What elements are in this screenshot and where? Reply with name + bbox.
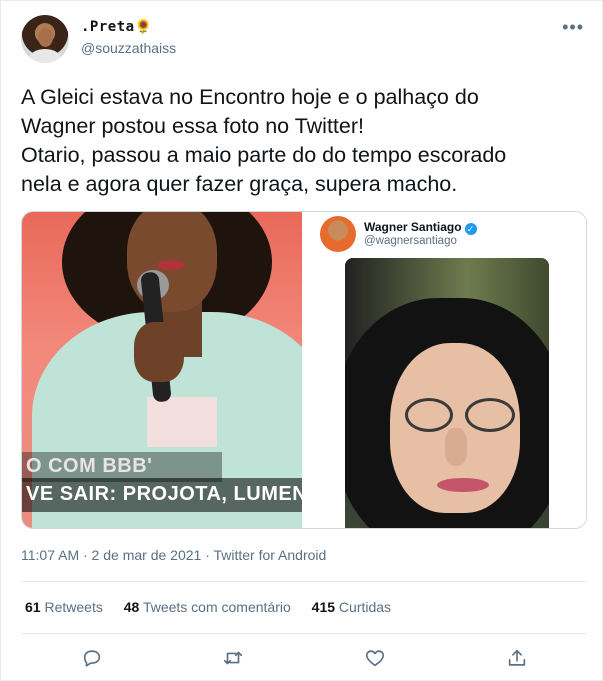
display-name-text: .Preta <box>81 19 135 35</box>
reply-button[interactable] <box>78 644 106 672</box>
sunflower-emoji: 🌻 <box>134 19 153 35</box>
tweet-line: Wagner postou essa foto no Twitter! <box>21 114 364 138</box>
embedded-display-name: Wagner Santiago ✓ <box>364 220 477 235</box>
tweet-line: nela e agora quer fazer graça, supera ma… <box>21 172 458 196</box>
tv-caption-bottom: VE SAIR: PROJOTA, LUMENA ( <box>26 483 302 505</box>
retweet-icon <box>223 651 243 665</box>
photo-nose <box>445 428 467 466</box>
glasses-lens-right <box>465 398 515 432</box>
embedded-handle: @wagnersantiago <box>364 235 457 247</box>
photo-lips <box>157 260 185 270</box>
tweet-timestamp[interactable]: 11:07 AM · 2 de mar de 2021 · Twitter fo… <box>21 547 326 563</box>
tweet-actions <box>1 644 603 672</box>
embedded-avatar <box>320 216 356 252</box>
embedded-photo <box>345 258 549 528</box>
retweets-count: 61 <box>25 599 41 615</box>
user-handle[interactable]: @souzzathaiss <box>81 40 176 56</box>
media-photo-left[interactable]: O COM BBB' VE SAIR: PROJOTA, LUMENA ( <box>22 212 302 528</box>
retweet-button[interactable] <box>219 644 247 672</box>
quotes-label: Tweets com comentário <box>142 599 291 615</box>
user-avatar[interactable] <box>21 15 69 63</box>
share-icon <box>508 649 526 666</box>
photo-lips <box>437 478 489 492</box>
tweet-text: A Gleici estava no Encontro hoje e o pal… <box>21 83 581 199</box>
retweets-label: Retweets <box>44 599 103 615</box>
embedded-name-text: Wagner Santiago <box>364 220 462 234</box>
tweet-line: A Gleici estava no Encontro hoje e o pal… <box>21 85 479 109</box>
quotes-stat[interactable]: 48 Tweets com comentário <box>124 599 291 615</box>
tv-caption-top: O COM BBB' <box>26 455 153 477</box>
divider <box>21 581 587 582</box>
reply-icon <box>83 650 101 667</box>
media-screenshot-right[interactable]: Wagner Santiago ✓ @wagnersantiago <box>302 212 586 528</box>
likes-stat[interactable]: 415 Curtidas <box>312 599 391 615</box>
glasses-lens-left <box>405 398 453 432</box>
photo-top <box>147 397 217 447</box>
avatar-body <box>29 49 61 63</box>
likes-label: Curtidas <box>338 599 392 615</box>
like-button[interactable] <box>361 644 389 672</box>
tweet-line: Otario, passou a maio parte do do tempo … <box>21 143 507 167</box>
likes-count: 415 <box>311 599 336 615</box>
tweet-media[interactable]: O COM BBB' VE SAIR: PROJOTA, LUMENA ( Wa… <box>21 211 587 529</box>
avatar-face <box>38 28 53 47</box>
share-button[interactable] <box>503 644 531 672</box>
photo-hand <box>134 322 184 382</box>
tweet-card: .Preta🌻 @souzzathaiss ••• A Gleici estav… <box>0 0 603 681</box>
quotes-count: 48 <box>123 599 140 615</box>
display-name[interactable]: .Preta🌻 <box>81 19 153 35</box>
tweet-stats: 61 Retweets 48 Tweets com comentário 415… <box>25 599 408 615</box>
divider <box>21 633 587 634</box>
verified-badge-icon: ✓ <box>464 223 477 235</box>
heart-icon <box>365 650 385 667</box>
retweets-stat[interactable]: 61 Retweets <box>25 599 103 615</box>
more-horizontal-icon[interactable]: ••• <box>562 17 584 38</box>
